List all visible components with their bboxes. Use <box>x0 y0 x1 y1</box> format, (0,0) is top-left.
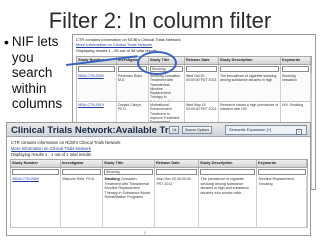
bottom-screenshot: Clinical Trials Network:Available Trial … <box>6 122 311 236</box>
filter-input[interactable] <box>220 66 279 72</box>
semantic-expansion-label: Semantic Expansion [+] <box>229 127 272 132</box>
filter-input[interactable] <box>282 66 309 72</box>
filter-cell <box>155 168 199 176</box>
investigator-cell: Malcolm Reid, Ph.D. <box>61 176 103 227</box>
filter-cell <box>199 168 257 176</box>
expand-icon[interactable]: + <box>296 129 302 135</box>
study-title-cell: Smoking Cessation Treatment with Transde… <box>103 176 155 227</box>
study-number-cell[interactable]: NIDA-CTN-0009 <box>77 73 117 101</box>
filter-input[interactable] <box>62 169 101 175</box>
filter-cell <box>11 168 61 176</box>
keyword-highlight: Smoking <box>104 177 120 181</box>
release-date-cell: Mon Dec 03 00:00:00 PST 2012 <box>155 176 199 227</box>
results-count: Displaying results 1 - 1 out of 1 total … <box>11 152 92 157</box>
filter-row: Smoking <box>76 65 312 73</box>
filter-input[interactable] <box>200 169 255 175</box>
column-header[interactable]: Study Description <box>199 160 257 167</box>
study-number-cell[interactable]: NIDA-CTN-0009 <box>11 176 61 227</box>
column-header[interactable]: Keywords <box>281 57 311 64</box>
bullet-item: • NIF lets you search within columns <box>4 34 66 112</box>
filter-cell <box>219 65 281 73</box>
filter-cell <box>257 168 308 176</box>
filter-row: Smoking <box>10 168 308 176</box>
filter-cell <box>281 65 311 73</box>
study-title-filter-input[interactable]: Smoking <box>104 169 153 175</box>
description-cell: The prevalence of cigarette smoking amon… <box>199 176 257 227</box>
release-date-cell: Wed Oct 30 00:00:00 PDT 2013 <box>185 73 219 101</box>
bullet-list: • NIF lets you search within columns <box>4 34 66 112</box>
slide-title: Filter 2: In column filter <box>48 8 272 33</box>
study-title-cell: Smoking Cessation Treatment with Transde… <box>149 73 185 101</box>
semantic-expansion-box[interactable]: Semantic Expansion [+] + <box>225 125 307 135</box>
bullet-dot-icon: • <box>4 34 9 50</box>
column-header[interactable]: Release Date <box>155 160 199 167</box>
column-header[interactable]: Study Description <box>219 57 281 64</box>
filter-input[interactable] <box>186 66 217 72</box>
keywords-cell: Nicotine Replacement, Smoking <box>257 176 307 227</box>
filter-input[interactable] <box>78 66 115 72</box>
column-header[interactable]: Study Number <box>11 160 61 167</box>
column-header[interactable]: Keywords <box>257 160 307 167</box>
grid-header: Study Number Investigator Study Title Re… <box>10 159 308 168</box>
filter-input[interactable] <box>258 169 306 175</box>
filter-input[interactable] <box>12 169 59 175</box>
column-header[interactable]: Investigator <box>61 160 103 167</box>
filter-cell <box>185 65 219 73</box>
source-options-button[interactable]: Source Options <box>182 126 213 134</box>
panel-header: Clinical Trials Network:Available Trial … <box>7 123 310 137</box>
table-row: NIDA-CTN-0009 Pezhman Riazi, M.D. Smokin… <box>76 73 312 102</box>
investigator-cell: Pezhman Riazi, M.D. <box>117 73 149 101</box>
column-header[interactable]: Study Title <box>103 160 155 167</box>
more-info-link[interactable]: More Information on Clinical Trials Netw… <box>11 146 91 151</box>
filter-cell: Smoking <box>103 168 155 176</box>
filter-cell <box>61 168 103 176</box>
filter-cell <box>77 65 117 73</box>
table-row: NIDA-CTN-0009 Malcolm Reid, Ph.D. Smokin… <box>10 176 308 228</box>
bullet-text: NIF lets you search within columns <box>11 34 63 111</box>
keywords-cell: Smoking cessation <box>281 73 311 101</box>
page-number[interactable]: 1 <box>144 231 146 235</box>
highlight-circle <box>137 51 177 75</box>
more-info-link[interactable]: More Information on Clinical Trials Netw… <box>76 42 152 47</box>
info-line: CTR contains information on NCBI's Clini… <box>11 140 121 145</box>
filter-input[interactable] <box>156 169 197 175</box>
ok-button[interactable]: Ok <box>169 126 180 134</box>
column-header[interactable]: Release Date <box>185 57 219 64</box>
description-cell: The prevalence of cigarette smoking amon… <box>219 73 281 101</box>
